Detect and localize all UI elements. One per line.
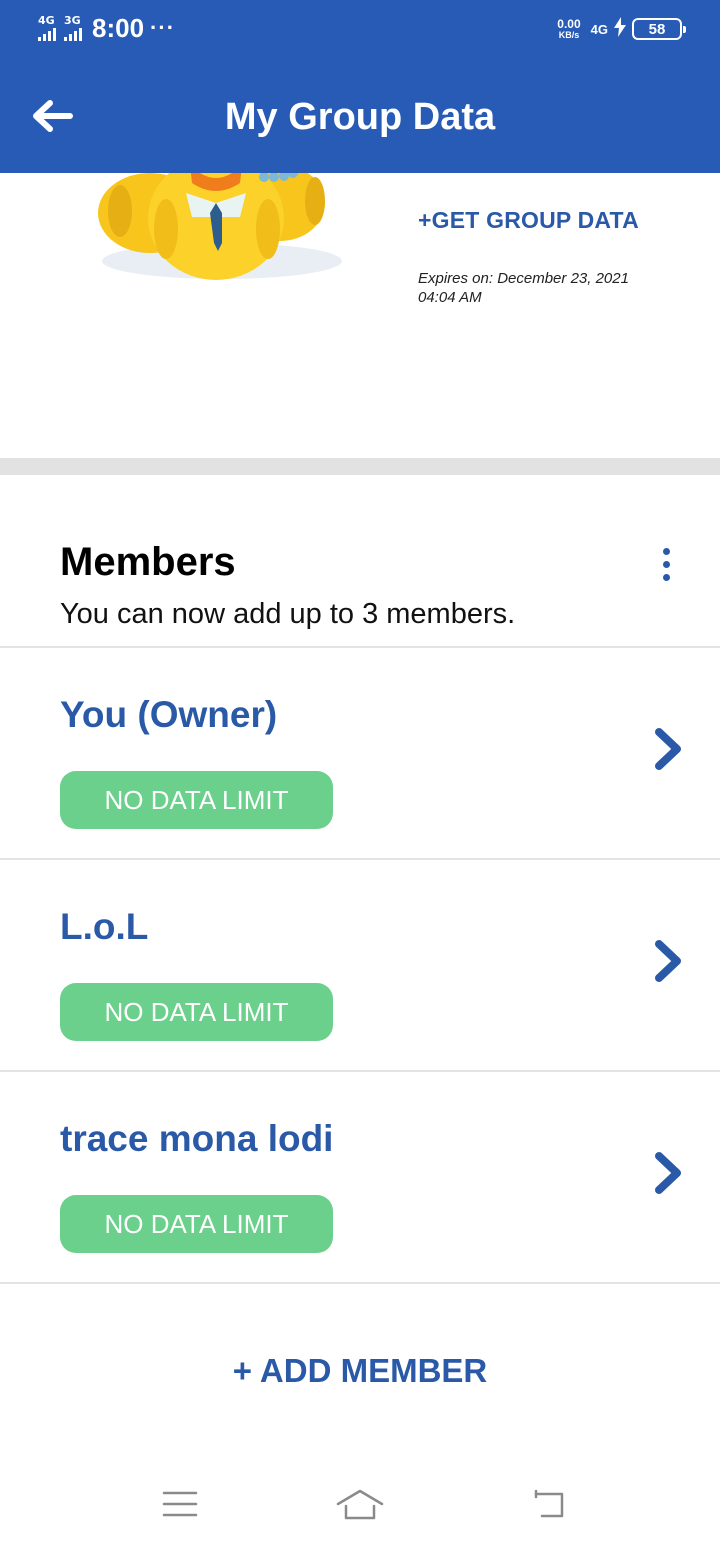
back-icon — [534, 1489, 564, 1518]
expiry-date: Expires on: December 23, 2021 04:04 AM — [418, 270, 629, 306]
system-nav-bar — [0, 1460, 720, 1544]
more-options-button[interactable] — [648, 540, 684, 588]
chevron-right-icon — [655, 728, 681, 770]
network-speed-unit: KB/s — [558, 30, 580, 40]
clock: 8:00 — [92, 12, 145, 43]
data-limit-badge: NO DATA LIMIT — [60, 771, 333, 829]
network-type-label: 3G — [64, 14, 81, 27]
nav-menu-button[interactable] — [150, 1482, 210, 1526]
status-bar: 4G 3G 8:00 ··· 0.00 KB/s 4G 58 — [0, 0, 720, 58]
member-name: You (Owner) — [60, 694, 278, 735]
get-group-data-button[interactable]: +GET GROUP DATA — [418, 207, 639, 234]
members-subtitle: You can now add up to 3 members. — [60, 598, 516, 630]
more-vert-icon — [662, 547, 670, 555]
member-row-trace-mona-lodi[interactable]: trace mona lodi NO DATA LIMIT — [0, 1070, 720, 1284]
signal-indicator-1: 4G — [38, 15, 56, 41]
battery-level: 58 — [648, 20, 666, 38]
app-header: 4G 3G 8:00 ··· 0.00 KB/s 4G 58 My Group … — [0, 0, 720, 173]
members-heading: Members — [60, 540, 236, 584]
group-data-promo: +GET GROUP DATA Expires on: December 23,… — [0, 173, 720, 458]
network-speed: 0.00 KB/s — [557, 18, 580, 40]
nav-home-button[interactable] — [330, 1482, 390, 1526]
nav-back-button[interactable] — [518, 1482, 578, 1526]
network-type-label: 4G — [38, 14, 55, 27]
member-name: L.o.L — [60, 906, 149, 947]
chevron-right-icon — [655, 1152, 681, 1194]
signal-bars-icon — [64, 28, 82, 41]
chevron-right-icon — [655, 940, 681, 982]
network-type-label: 4G — [590, 21, 608, 37]
add-member-button[interactable]: + ADD MEMBER — [0, 1352, 720, 1390]
home-icon — [336, 1489, 384, 1520]
signal-bars-icon — [38, 28, 56, 41]
member-name: trace mona lodi — [60, 1118, 334, 1159]
charging-icon — [614, 16, 626, 42]
network-speed-value: 0.00 — [557, 17, 581, 31]
signal-indicator-2: 3G — [64, 15, 82, 41]
more-notifications-indicator: ··· — [150, 15, 176, 40]
data-limit-badge: NO DATA LIMIT — [60, 1195, 333, 1253]
section-divider — [0, 458, 720, 475]
status-right: 0.00 KB/s 4G 58 — [557, 14, 686, 44]
menu-icon — [162, 1491, 198, 1517]
status-left: 4G 3G 8:00 ··· — [38, 12, 175, 44]
battery-icon: 58 — [632, 18, 686, 40]
member-row-owner[interactable]: You (Owner) NO DATA LIMIT — [0, 646, 720, 858]
member-list: You (Owner) NO DATA LIMIT L.o.L NO DATA … — [0, 646, 720, 1284]
page-title: My Group Data — [224, 96, 496, 138]
data-limit-badge: NO DATA LIMIT — [60, 983, 333, 1041]
member-row-lol[interactable]: L.o.L NO DATA LIMIT — [0, 858, 720, 1070]
duck-illustration — [98, 173, 342, 280]
